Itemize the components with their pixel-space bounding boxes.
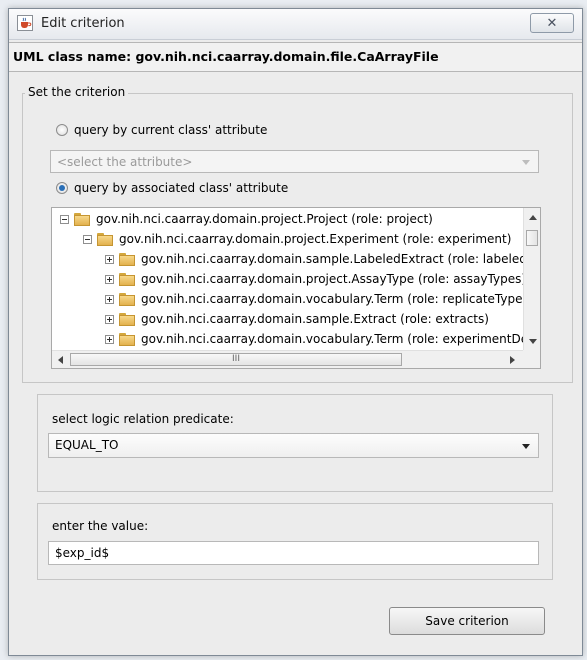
expand-icon[interactable] bbox=[105, 314, 114, 324]
folder-icon bbox=[119, 292, 135, 306]
attribute-select[interactable]: <select the attribute> bbox=[50, 150, 539, 173]
radio-associated-label: query by associated class' attribute bbox=[74, 181, 289, 195]
horizontal-scroll-thumb[interactable]: III bbox=[70, 353, 402, 366]
radio-associated-icon[interactable] bbox=[56, 182, 68, 194]
criterion-group-label: Set the criterion bbox=[25, 85, 129, 99]
uml-class-name: UML class name: gov.nih.nci.caarray.doma… bbox=[9, 42, 582, 72]
value-input[interactable] bbox=[48, 541, 539, 565]
radio-current-icon[interactable] bbox=[56, 124, 68, 136]
radio-current-label: query by current class' attribute bbox=[74, 123, 268, 137]
value-label: enter the value: bbox=[52, 519, 149, 533]
tree-horizontal-scrollbar[interactable]: III bbox=[52, 350, 524, 368]
vertical-scroll-thumb[interactable] bbox=[526, 230, 538, 246]
scroll-down-icon[interactable] bbox=[529, 339, 537, 344]
tree-row-label: gov.nih.nci.caarray.domain.project.Assay… bbox=[141, 272, 527, 286]
folder-icon bbox=[119, 312, 135, 326]
tree-row-label: gov.nih.nci.caarray.domain.vocabulary.Te… bbox=[141, 332, 540, 346]
tree-row[interactable]: gov.nih.nci.caarray.domain.project.Proje… bbox=[60, 209, 433, 229]
expand-icon[interactable] bbox=[105, 254, 114, 264]
tree-row[interactable]: gov.nih.nci.caarray.domain.sample.Extrac… bbox=[105, 309, 489, 329]
predicate-select[interactable]: EQUAL_TO bbox=[48, 433, 539, 458]
tree-row-label: gov.nih.nci.caarray.domain.sample.Labele… bbox=[141, 252, 541, 266]
tree-row[interactable]: gov.nih.nci.caarray.domain.vocabulary.Te… bbox=[105, 289, 527, 309]
title-bar[interactable]: Edit criterion ✕ bbox=[9, 9, 582, 40]
tree-row[interactable]: gov.nih.nci.caarray.domain.vocabulary.Te… bbox=[105, 329, 540, 349]
collapse-icon[interactable] bbox=[83, 234, 92, 244]
expand-icon[interactable] bbox=[105, 294, 114, 304]
tree-row-label: gov.nih.nci.caarray.domain.project.Exper… bbox=[119, 232, 512, 246]
folder-icon bbox=[119, 252, 135, 266]
save-criterion-button[interactable]: Save criterion bbox=[389, 607, 545, 635]
attribute-select-placeholder: <select the attribute> bbox=[57, 155, 193, 169]
java-cup-icon bbox=[17, 15, 33, 31]
folder-icon bbox=[119, 332, 135, 346]
predicate-label: select logic relation predicate: bbox=[52, 412, 234, 426]
folder-icon bbox=[119, 272, 135, 286]
tree-row-label: gov.nih.nci.caarray.domain.vocabulary.Te… bbox=[141, 292, 528, 306]
tree-row-label: gov.nih.nci.caarray.domain.project.Proje… bbox=[96, 212, 433, 226]
predicate-selected-value: EQUAL_TO bbox=[55, 438, 119, 452]
close-button[interactable]: ✕ bbox=[530, 13, 574, 33]
radio-associated-attribute[interactable]: query by associated class' attribute bbox=[56, 181, 288, 195]
scroll-left-icon[interactable] bbox=[58, 356, 63, 364]
tree-row[interactable]: gov.nih.nci.caarray.domain.project.Exper… bbox=[83, 229, 511, 249]
tree-row[interactable]: gov.nih.nci.caarray.domain.sample.Labele… bbox=[105, 249, 541, 269]
collapse-icon[interactable] bbox=[60, 214, 69, 224]
expand-icon[interactable] bbox=[105, 334, 114, 344]
tree-row-label: gov.nih.nci.caarray.domain.sample.Extrac… bbox=[141, 312, 489, 326]
save-criterion-label: Save criterion bbox=[425, 614, 509, 628]
tree-row[interactable]: gov.nih.nci.caarray.domain.project.Assay… bbox=[105, 269, 526, 289]
association-tree[interactable]: gov.nih.nci.caarray.domain.project.Proje… bbox=[51, 207, 541, 369]
folder-icon bbox=[74, 212, 90, 226]
scroll-corner bbox=[523, 350, 540, 368]
chevron-down-icon bbox=[522, 160, 530, 165]
close-icon: ✕ bbox=[546, 15, 558, 31]
scroll-up-icon[interactable] bbox=[529, 215, 537, 220]
folder-icon bbox=[97, 232, 113, 246]
radio-current-attribute[interactable]: query by current class' attribute bbox=[56, 123, 267, 137]
tree-vertical-scrollbar[interactable] bbox=[523, 208, 540, 351]
window-title: Edit criterion bbox=[41, 16, 125, 31]
scroll-right-icon[interactable] bbox=[510, 356, 515, 364]
expand-icon[interactable] bbox=[105, 274, 114, 284]
chevron-down-icon bbox=[522, 444, 530, 449]
